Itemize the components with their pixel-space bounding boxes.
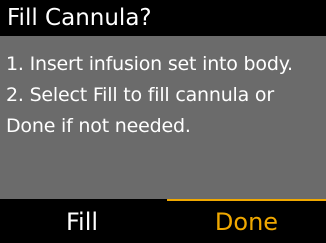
dialog-title: Fill Cannula?: [0, 0, 326, 36]
fill-button[interactable]: Fill: [0, 199, 164, 240]
message-line-1: 1. Insert infusion set into body.: [6, 53, 293, 75]
softkey-bar: Fill Done: [0, 199, 326, 240]
message-panel: 1. Insert infusion set into body. 2. Sel…: [0, 36, 326, 199]
done-button[interactable]: Done: [167, 199, 326, 240]
message-line-2: 2. Select Fill to fill cannula or: [6, 84, 274, 106]
pump-screen: Fill Cannula? 1. Insert infusion set int…: [0, 0, 326, 240]
message-line-3: Done if not needed.: [6, 115, 191, 137]
